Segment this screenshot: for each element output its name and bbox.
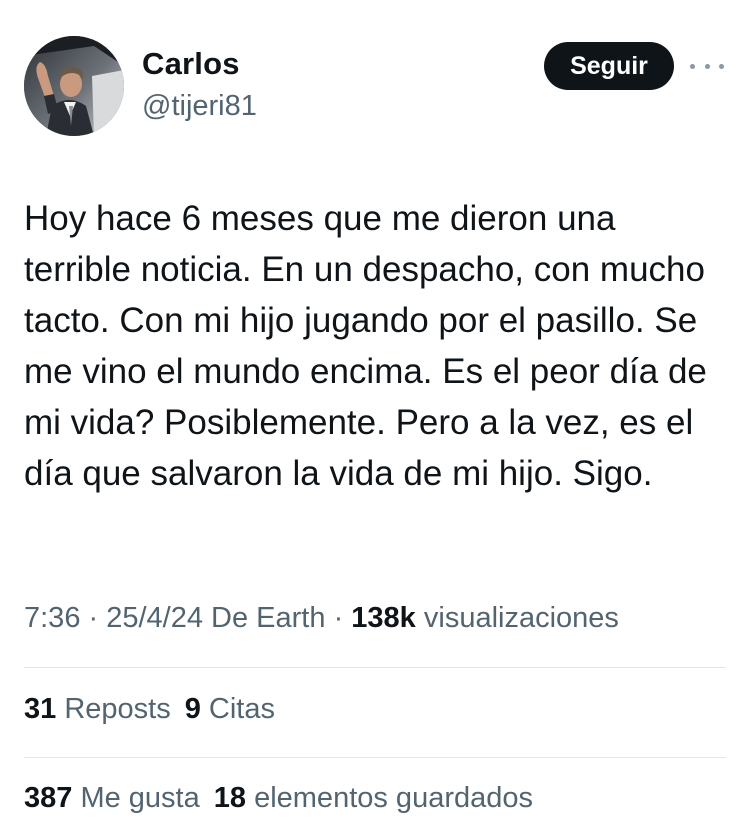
profile-photo: [24, 36, 124, 136]
tweet-detail-page: Carlos @tijeri81 Seguir Hoy hace 6 meses…: [0, 0, 750, 835]
bookmarks-label: elementos guardados: [254, 782, 533, 814]
tweet-meta: 7:36 · 25/4/24 De Earth · 138k visualiza…: [24, 602, 619, 635]
quotes-label: Citas: [208, 693, 275, 725]
meta-separator: ·: [333, 602, 344, 634]
reposts-count: 31: [24, 693, 57, 725]
user-handle[interactable]: @tijeri81: [142, 90, 257, 123]
more-options-button[interactable]: [690, 56, 724, 76]
quotes-link[interactable]: 9 Citas: [185, 693, 275, 725]
avatar[interactable]: [24, 36, 124, 136]
reposts-link[interactable]: 31 Reposts: [24, 693, 171, 725]
engagement-row-reposts: 31 Reposts 9 Citas: [24, 693, 275, 726]
views-label: visualizaciones: [423, 602, 619, 634]
tweet-location: De Earth: [211, 602, 326, 634]
likes-count: 387: [24, 782, 73, 814]
tweet-text: Hoy hace 6 meses que me dieron una terri…: [24, 199, 707, 493]
divider: [24, 757, 726, 758]
engagement-row-likes: 387 Me gusta 18 elementos guardados: [24, 782, 533, 815]
display-name[interactable]: Carlos: [142, 46, 240, 82]
more-horizontal-icon: [690, 63, 724, 69]
quotes-count: 9: [184, 693, 201, 725]
reposts-label: Reposts: [64, 693, 171, 725]
divider: [24, 667, 726, 668]
views-count: 138k: [351, 602, 416, 634]
tweet-timestamp[interactable]: 7:36 · 25/4/24: [24, 602, 203, 634]
bookmarks-count: 18: [213, 782, 247, 814]
follow-button[interactable]: Seguir: [544, 42, 674, 90]
likes-label: Me gusta: [80, 782, 200, 814]
likes-link[interactable]: 387 Me gusta: [24, 782, 200, 814]
bookmarks-link[interactable]: 18 elementos guardados: [214, 782, 533, 814]
